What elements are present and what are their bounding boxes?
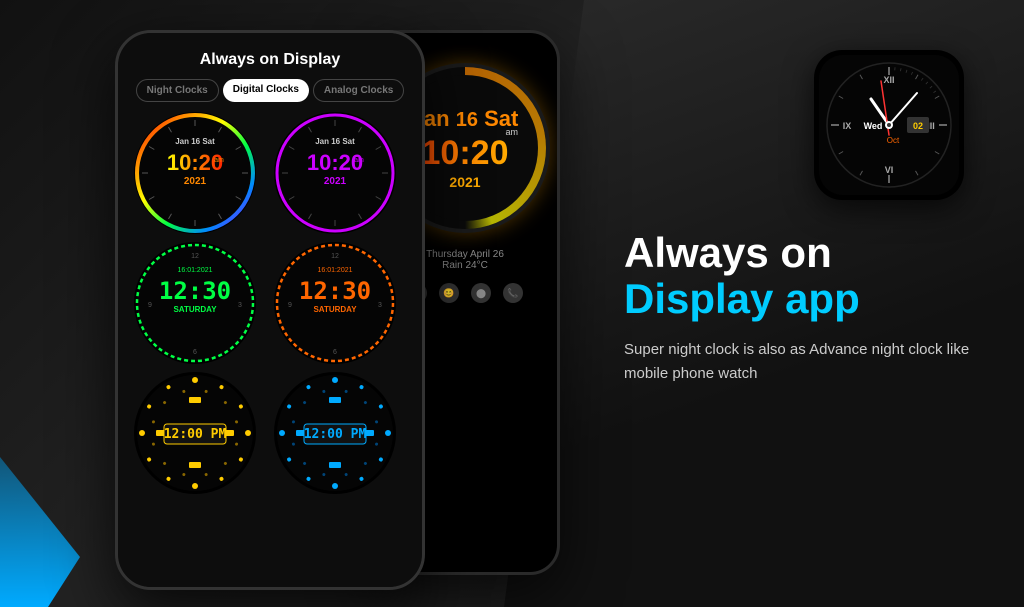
large-clock-suffix: am: [505, 127, 518, 137]
weather-line1: Thursday April 26: [426, 249, 504, 260]
svg-text:Wed: Wed: [864, 121, 883, 131]
svg-text:Oct: Oct: [887, 136, 900, 145]
circle-icon[interactable]: ⬤: [471, 283, 491, 303]
right-text-section: Always on Display app Super night clock …: [624, 230, 984, 386]
svg-text:9: 9: [148, 302, 152, 309]
svg-text:02: 02: [913, 121, 923, 131]
large-clock-date: Jan 16 Sat: [412, 106, 519, 132]
phone-header: Always on Display: [118, 33, 422, 79]
clock-item-4[interactable]: 16:01:2021 12:30 SATURDAY 12 3 6 9: [274, 242, 396, 364]
headline-line1: Always on: [624, 230, 984, 276]
tab-night-clocks[interactable]: Night Clocks: [136, 79, 219, 102]
svg-text:12:00 PM: 12:00 PM: [164, 427, 227, 442]
app-subtitle: Super night clock is also as Advance nig…: [624, 338, 984, 386]
tab-analog-clocks[interactable]: Analog Clocks: [313, 79, 404, 102]
svg-text:2021: 2021: [324, 176, 347, 187]
svg-text:3: 3: [378, 302, 382, 309]
svg-text:9: 9: [288, 302, 292, 309]
svg-text:Jan 16 Sat: Jan 16 Sat: [175, 137, 215, 146]
svg-text:SATURDAY: SATURDAY: [173, 305, 217, 314]
phone-mockup-left: Always on Display Night Clocks Digital C…: [115, 30, 425, 590]
clock-item-2[interactable]: Jan 16 Sat 10:20 am 2021: [274, 112, 396, 234]
svg-text:12:30: 12:30: [159, 277, 231, 305]
svg-text:16:01:2021: 16:01:2021: [177, 267, 212, 274]
tabs-row: Night Clocks Digital Clocks Analog Clock…: [118, 79, 422, 112]
weather-info: Thursday April 26 Rain 24°C: [426, 249, 504, 271]
svg-text:6: 6: [193, 349, 197, 356]
smile-icon[interactable]: 😊: [439, 283, 459, 303]
svg-text:12:30: 12:30: [299, 277, 371, 305]
headline-line2: Display app: [624, 276, 984, 322]
clocks-grid: Jan 16 Sat 10:20 am 2021: [118, 112, 422, 494]
svg-text:VI: VI: [885, 165, 894, 175]
clock-item-1[interactable]: Jan 16 Sat 10:20 am 2021: [134, 112, 256, 234]
clock-item-5[interactable]: 12:00 PM: [134, 372, 256, 494]
svg-text:12: 12: [331, 253, 339, 260]
svg-text:IX: IX: [843, 121, 852, 131]
svg-text:am: am: [354, 157, 364, 164]
svg-text:Jan 16 Sat: Jan 16 Sat: [315, 137, 355, 146]
large-clock-year: 2021: [449, 174, 480, 190]
svg-text:2021: 2021: [184, 176, 207, 187]
svg-text:am: am: [214, 157, 224, 164]
svg-text:3: 3: [238, 302, 242, 309]
clock-item-3[interactable]: 16:01:2021 12:30 SATURDAY 12 3 6 9: [134, 242, 256, 364]
svg-text:SATURDAY: SATURDAY: [313, 305, 357, 314]
weather-line2: Rain 24°C: [426, 260, 504, 271]
phone-icon[interactable]: 📞: [503, 283, 523, 303]
svg-text:12: 12: [191, 253, 199, 260]
svg-text:6: 6: [333, 349, 337, 356]
tab-digital-clocks[interactable]: Digital Clocks: [223, 79, 309, 102]
svg-text:16:01:2021: 16:01:2021: [317, 267, 352, 274]
large-clock-time: 10:20: [422, 136, 509, 170]
svg-text:12:00 PM: 12:00 PM: [304, 427, 367, 442]
clock-item-6[interactable]: 12:00 PM: [274, 372, 396, 494]
svg-text:XII: XII: [883, 75, 894, 85]
square-watch: XII III VI IX 02 Wed Oct: [814, 50, 964, 200]
